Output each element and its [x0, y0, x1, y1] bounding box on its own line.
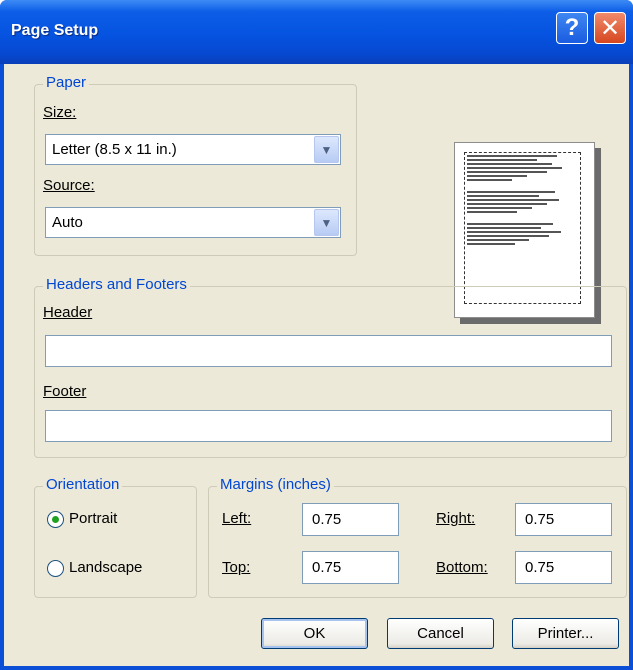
close-icon: ✕ [599, 14, 621, 42]
source-dropdown[interactable]: Auto ▼ [45, 207, 341, 238]
bottom-margin-label: Bottom: [436, 559, 488, 576]
portrait-label[interactable]: Portrait [69, 510, 117, 527]
close-button[interactable]: ✕ [594, 12, 626, 44]
help-icon: ? [564, 14, 580, 41]
headers-footers-legend: Headers and Footers [43, 276, 190, 293]
orientation-legend: Orientation [43, 476, 123, 493]
margins-legend: Margins (inches) [217, 476, 334, 493]
portrait-radio[interactable] [47, 511, 64, 528]
right-margin-label: Right: [436, 510, 476, 527]
landscape-radio[interactable] [47, 560, 64, 577]
cancel-button[interactable]: Cancel [387, 618, 494, 649]
radio-selected-dot [52, 516, 59, 523]
footer-input[interactable] [45, 410, 612, 442]
help-button[interactable]: ? [556, 12, 588, 44]
paper-legend: Paper [43, 74, 90, 91]
header-label: Header [43, 304, 93, 321]
left-margin-input[interactable]: 0.75 [302, 503, 399, 536]
title-bar[interactable]: Page Setup ? ✕ [0, 0, 633, 64]
left-margin-label: Left: [222, 510, 252, 527]
dialog-body: Paper Size: Letter (8.5 x 11 in.) ▼ Sour… [4, 64, 629, 666]
preview-text-lines [467, 155, 567, 247]
source-dropdown-value: Auto [52, 214, 83, 231]
chevron-down-icon[interactable]: ▼ [314, 209, 339, 236]
size-label: Size: [43, 104, 77, 121]
orientation-group: Orientation [34, 476, 197, 598]
ok-button[interactable]: OK [261, 618, 368, 649]
chevron-down-icon[interactable]: ▼ [314, 136, 339, 163]
printer-button[interactable]: Printer... [512, 618, 619, 649]
top-margin-input[interactable]: 0.75 [302, 551, 399, 584]
bottom-margin-input[interactable]: 0.75 [515, 551, 612, 584]
header-input[interactable] [45, 335, 612, 367]
page-setup-dialog: Page Setup ? ✕ Paper Size: Letter (8.5 x… [0, 0, 633, 670]
top-margin-label: Top: [222, 559, 251, 576]
landscape-label[interactable]: Landscape [69, 559, 142, 576]
right-margin-input[interactable]: 0.75 [515, 503, 612, 536]
footer-label: Footer [43, 383, 87, 400]
dialog-title: Page Setup [11, 22, 99, 39]
size-dropdown-value: Letter (8.5 x 11 in.) [52, 141, 177, 158]
size-dropdown[interactable]: Letter (8.5 x 11 in.) ▼ [45, 134, 341, 165]
source-label: Source: [43, 177, 95, 194]
